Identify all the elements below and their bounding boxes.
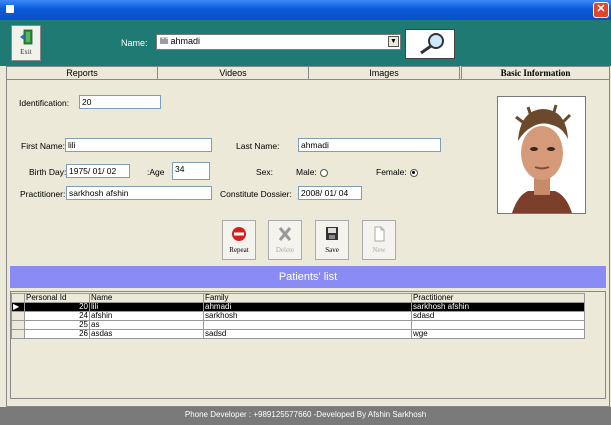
patients-table: Personal Id Name Family Practitioner ▶ 2… — [11, 293, 585, 339]
row-selector — [11, 311, 25, 321]
floppy-disk-icon — [326, 227, 338, 240]
birthday-field[interactable]: 1975/ 01/ 02 — [66, 164, 130, 178]
row-selector-header — [11, 293, 25, 303]
cell-name[interactable]: as — [89, 320, 204, 330]
status-bar: Phone Developer : +989125577660 -Develop… — [0, 407, 611, 425]
new-button[interactable]: New — [362, 220, 396, 260]
patients-list-title: Patients' list — [10, 266, 606, 288]
cell-personal-id[interactable]: 26 — [24, 329, 90, 339]
table-row[interactable]: 25 as — [11, 320, 585, 330]
cell-name[interactable]: afshin — [89, 311, 204, 321]
column-header-personal-id[interactable]: Personal Id — [24, 293, 90, 303]
save-button[interactable]: Save — [315, 220, 349, 260]
dossier-date-field[interactable]: 2008/ 01/ 04 — [298, 186, 362, 200]
patients-grid: Personal Id Name Family Practitioner ▶ 2… — [10, 291, 606, 399]
tab-basic-information[interactable]: Basic Information — [461, 66, 610, 80]
age-label: :Age — [147, 167, 165, 177]
row-selector — [11, 329, 25, 339]
title-bar: ✕ — [0, 0, 611, 20]
dossier-label: Constitute Dossier: — [220, 189, 292, 199]
age-field[interactable]: 34 — [172, 162, 210, 180]
female-radio[interactable]: Female: — [376, 167, 418, 177]
exit-button[interactable]: Exit — [11, 25, 41, 61]
repeat-button[interactable]: Repeat — [222, 220, 256, 260]
male-label: Male: — [296, 167, 317, 177]
cell-practitioner[interactable]: sdasd — [411, 311, 585, 321]
tab-videos[interactable]: Videos — [157, 66, 309, 79]
close-button[interactable]: ✕ — [593, 2, 609, 18]
tab-images[interactable]: Images — [308, 66, 460, 79]
cell-name[interactable]: asdas — [89, 329, 204, 339]
table-row[interactable]: 26 asdas sadsd wge — [11, 329, 585, 339]
app-icon — [6, 5, 14, 13]
magnifier-icon — [420, 33, 444, 55]
male-radio[interactable]: Male: — [296, 167, 328, 177]
cell-family[interactable] — [203, 320, 412, 330]
cell-family[interactable]: ahmadi — [203, 302, 412, 312]
last-name-field[interactable]: ahmadi — [298, 138, 441, 152]
tab-reports[interactable]: Reports — [6, 66, 158, 79]
column-header-family[interactable]: Family — [203, 293, 412, 303]
name-combobox[interactable]: lili ahmadi ▼ — [156, 34, 401, 50]
cell-practitioner[interactable]: wge — [411, 329, 585, 339]
cell-name[interactable]: lili — [89, 302, 204, 312]
first-name-label: First Name: — [21, 141, 65, 151]
identification-field[interactable]: 20 — [79, 95, 161, 109]
cell-practitioner[interactable]: sarkhosh afshin — [411, 302, 585, 312]
practitioner-label: Practitioner: — [20, 189, 66, 199]
new-label: New — [372, 246, 386, 254]
exit-label: Exit — [20, 48, 32, 56]
table-header-row: Personal Id Name Family Practitioner — [11, 293, 585, 303]
toolbar: Exit Name: lili ahmadi ▼ — [0, 20, 611, 66]
first-name-field[interactable]: lili — [65, 138, 212, 152]
last-name-label: Last Name: — [236, 141, 280, 151]
cell-family[interactable]: sarkhosh — [203, 311, 412, 321]
cell-personal-id[interactable]: 20 — [24, 302, 90, 312]
column-header-practitioner[interactable]: Practitioner — [411, 293, 585, 303]
column-header-name[interactable]: Name — [89, 293, 204, 303]
delete-x-icon — [278, 227, 292, 241]
patient-photo — [497, 96, 586, 214]
new-document-icon — [374, 226, 385, 242]
delete-button[interactable]: Delete — [268, 220, 302, 260]
tab-strip: Reports Videos Images Basic Information — [6, 66, 610, 80]
name-combo-value: lili ahmadi — [160, 36, 201, 46]
search-button[interactable] — [405, 29, 455, 59]
name-label: Name: — [121, 38, 148, 48]
sex-label: Sex: — [256, 167, 274, 177]
cell-family[interactable]: sadsd — [203, 329, 412, 339]
stop-icon — [232, 227, 246, 241]
cell-personal-id[interactable]: 24 — [24, 311, 90, 321]
identification-label: Identification: — [19, 98, 70, 108]
female-label: Female: — [376, 167, 407, 177]
repeat-label: Repeat — [229, 246, 249, 254]
chevron-down-icon[interactable]: ▼ — [388, 36, 399, 47]
cell-personal-id[interactable]: 25 — [24, 320, 90, 330]
female-radio-icon[interactable] — [409, 168, 418, 177]
table-row[interactable]: 24 afshin sarkhosh sdasd — [11, 311, 585, 321]
row-selector — [11, 320, 25, 330]
cell-practitioner[interactable] — [411, 320, 585, 330]
male-radio-icon[interactable] — [319, 168, 328, 177]
birthday-label: Birth Day: — [29, 167, 67, 177]
save-label: Save — [325, 246, 339, 254]
delete-label: Delete — [275, 246, 295, 254]
practitioner-field[interactable]: sarkhosh afshin — [66, 186, 212, 200]
table-row[interactable]: ▶ 20 lili ahmadi sarkhosh afshin — [11, 302, 585, 312]
exit-door-icon — [20, 29, 33, 45]
row-pointer-icon: ▶ — [11, 302, 25, 312]
